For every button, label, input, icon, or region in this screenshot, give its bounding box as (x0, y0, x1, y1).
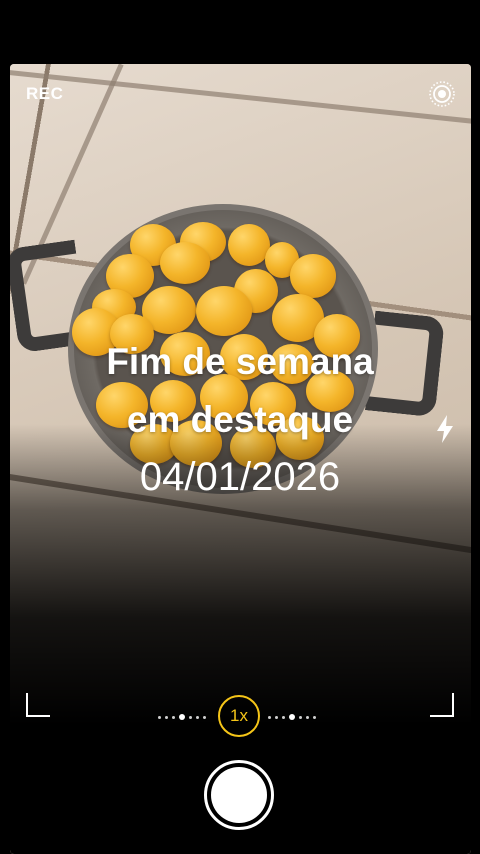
fruit (160, 242, 210, 284)
fruit (290, 254, 336, 298)
overlay-title-line2: em destaque (126, 399, 354, 440)
overlay-date: 04/01/2026 (139, 455, 341, 499)
frame-corner-icon (26, 693, 50, 717)
zoom-scale-left[interactable] (158, 714, 206, 720)
live-photo-icon[interactable] (428, 80, 456, 108)
zoom-scale-right[interactable] (268, 714, 316, 720)
rec-indicator: REC (26, 84, 64, 103)
frame-corner-icon (430, 693, 454, 717)
shutter-inner (211, 767, 267, 823)
shutter-button[interactable] (204, 760, 274, 830)
fruit (228, 224, 270, 266)
zoom-level-button[interactable]: 1x (218, 695, 260, 737)
fruit (196, 286, 252, 336)
overlay-title-line1: Fim de semana (106, 341, 374, 382)
